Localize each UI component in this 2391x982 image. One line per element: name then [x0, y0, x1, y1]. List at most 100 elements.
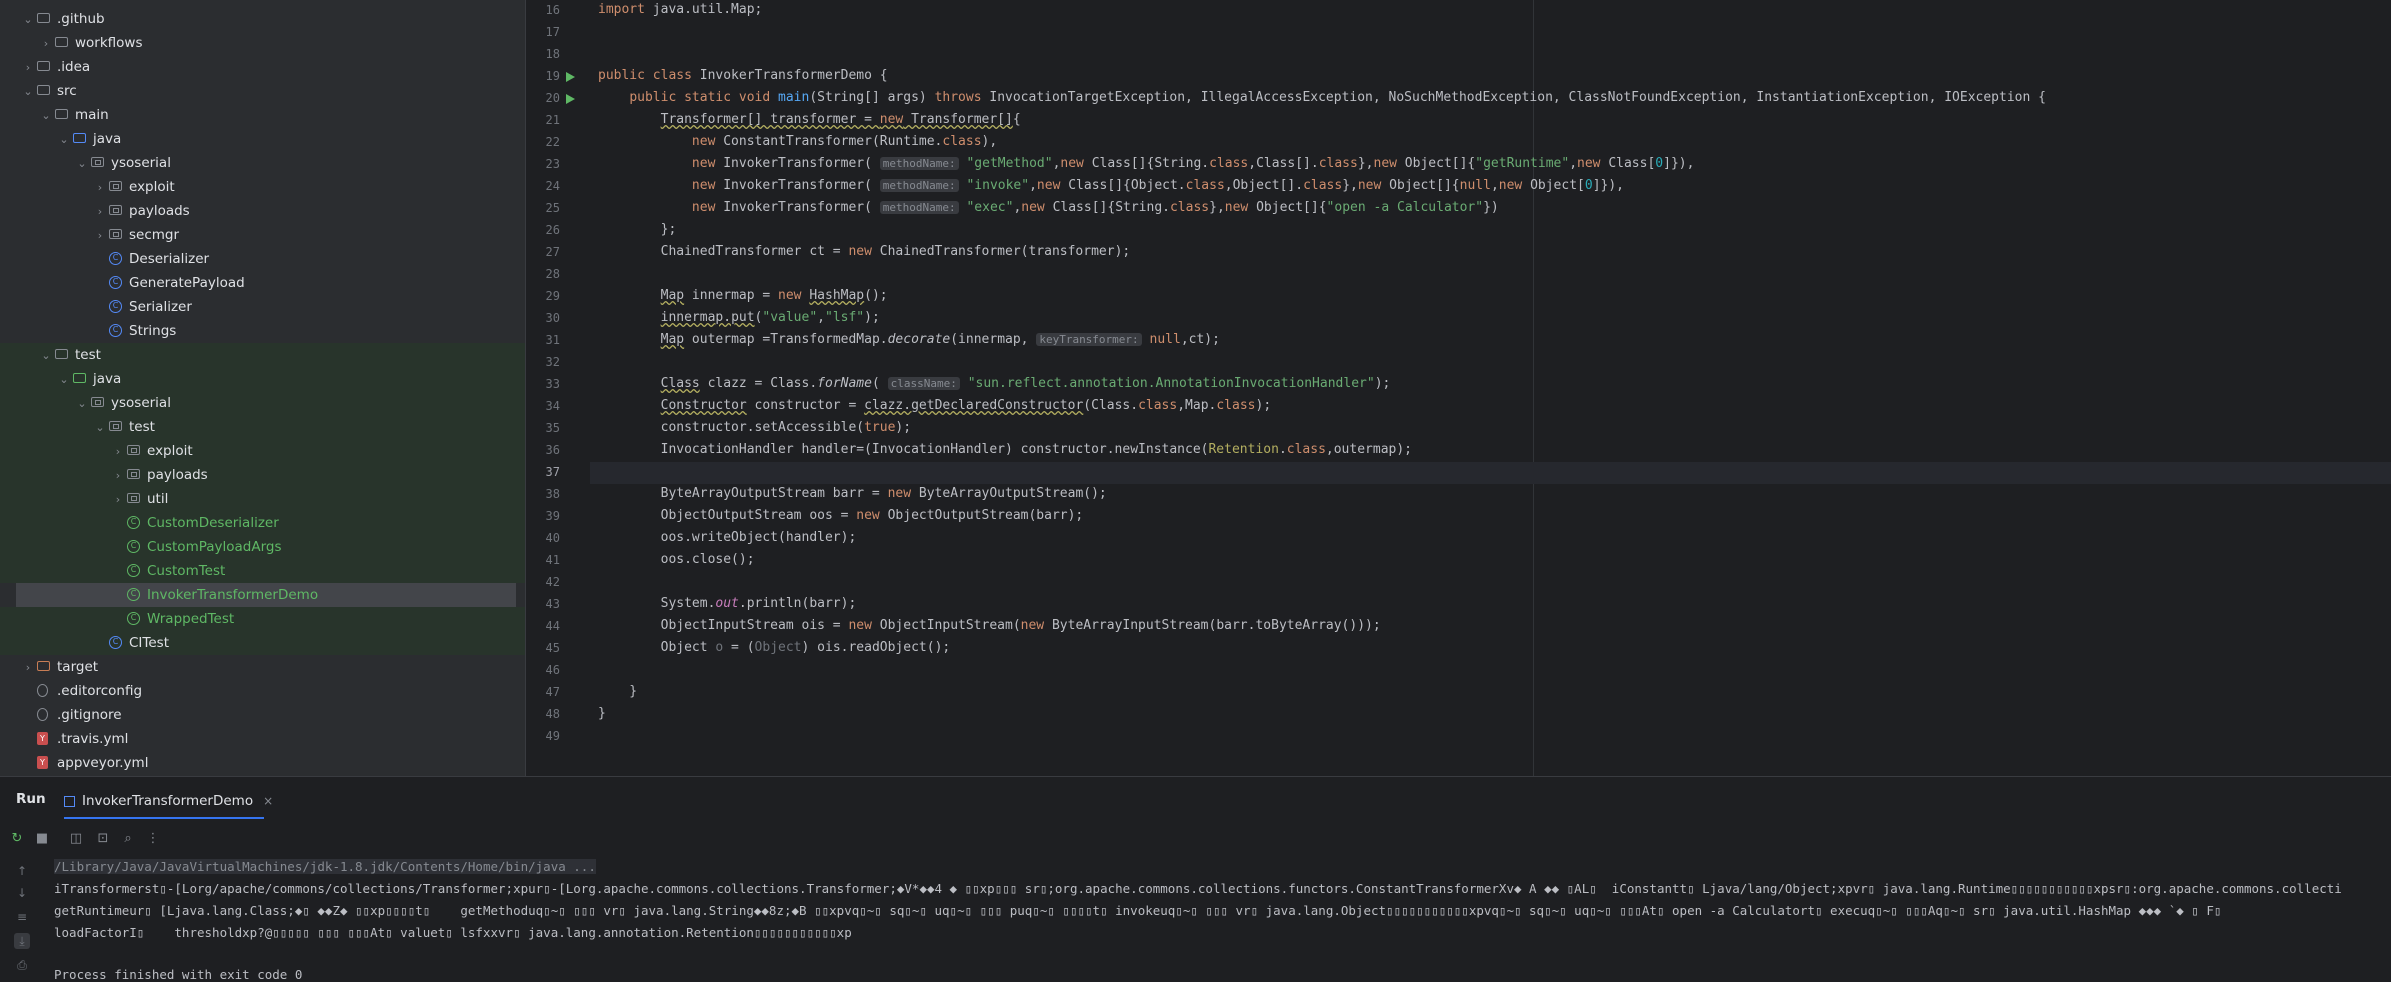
tree-item[interactable]: ⌄ test	[0, 415, 525, 439]
tree-item[interactable]: C Deserializer	[0, 247, 525, 271]
chevron-down-icon[interactable]: ⌄	[21, 12, 35, 26]
tree-item[interactable]: ⌄ test	[0, 343, 525, 367]
scroll-to-end-icon[interactable]: ⤓	[14, 933, 30, 949]
tree-item[interactable]: C CustomPayloadArgs	[0, 535, 525, 559]
run-tab-invoker[interactable]: InvokerTransformerDemo ×	[64, 787, 273, 815]
code-line[interactable]: InvocationHandler handler=(InvocationHan…	[598, 442, 1412, 457]
code-line[interactable]: ObjectOutputStream oos = new ObjectOutpu…	[598, 508, 1084, 523]
code-line[interactable]: Map innermap = new HashMap();	[598, 288, 888, 303]
chevron-down-icon[interactable]: ⌄	[75, 396, 89, 410]
tree-item[interactable]: › exploit	[0, 175, 525, 199]
chevron-right-icon[interactable]: ›	[111, 444, 125, 458]
chevron-down-icon[interactable]: ⌄	[57, 132, 71, 146]
tree-item[interactable]: ⌄ java	[0, 367, 525, 391]
code-line[interactable]: Transformer[] transformer = new Transfor…	[598, 112, 1021, 127]
code-line[interactable]: Map outermap =TransformedMap.decorate(in…	[598, 332, 1220, 347]
tree-item[interactable]: .gitignore	[0, 703, 525, 727]
camera-icon[interactable]: ◫	[68, 831, 84, 847]
tree-item[interactable]: ⌄ main	[0, 103, 525, 127]
tree-item[interactable]: ⌄ java	[0, 127, 525, 151]
tree-item[interactable]: ⌄ src	[0, 79, 525, 103]
tree-item[interactable]: C CITest	[0, 631, 525, 655]
chevron-down-icon[interactable]: ⌄	[39, 108, 53, 122]
tree-item[interactable]: .editorconfig	[0, 679, 525, 703]
code-line[interactable]: new InvokerTransformer( methodName: "inv…	[598, 178, 1624, 193]
tree-item[interactable]: Yappveyor.yml	[0, 751, 525, 775]
rerun-icon[interactable]: ↻	[9, 831, 25, 847]
code-line[interactable]: Class clazz = Class.forName( className: …	[598, 376, 1391, 391]
restore-layout-icon[interactable]: ⊡	[95, 831, 111, 847]
run-tab-label: InvokerTransformerDemo	[82, 793, 254, 809]
tree-item[interactable]: C CustomTest	[0, 559, 525, 583]
tree-item[interactable]: › exploit	[0, 439, 525, 463]
chevron-right-icon[interactable]: ›	[93, 228, 107, 242]
gear-icon	[37, 684, 48, 697]
code-line[interactable]: }	[598, 706, 606, 721]
tree-item[interactable]: › target	[0, 655, 525, 679]
code-line[interactable]: constructor.setAccessible(true);	[598, 420, 911, 435]
tree-item[interactable]: C InvokerTransformerDemo	[16, 583, 516, 607]
search-icon[interactable]: ⌕	[120, 831, 136, 847]
tree-item[interactable]: › workflows	[0, 31, 525, 55]
code-line[interactable]: new ConstantTransformer(Runtime.class),	[598, 134, 997, 149]
tree-item[interactable]: › payloads	[0, 463, 525, 487]
code-line[interactable]: System.out.println(barr);	[598, 596, 857, 611]
chevron-right-icon[interactable]: ›	[93, 180, 107, 194]
code-line[interactable]: oos.writeObject(handler);	[598, 530, 857, 545]
tree-item[interactable]: › util	[0, 487, 525, 511]
code-line[interactable]: Constructor constructor = clazz.getDecla…	[598, 398, 1272, 413]
tree-item[interactable]: ⌄ ysoserial	[0, 391, 525, 415]
scroll-down-icon[interactable]: ↓	[14, 885, 30, 901]
tree-item[interactable]: Y .travis.yml	[0, 727, 525, 751]
chevron-down-icon[interactable]: ⌄	[75, 156, 89, 170]
run-gutter-icon[interactable]	[566, 72, 575, 82]
code-line[interactable]: };	[598, 222, 677, 237]
more-icon[interactable]: ⋮	[145, 831, 161, 847]
class-icon: C	[109, 252, 122, 265]
code-line[interactable]: oos.close();	[598, 552, 755, 567]
code-line[interactable]: }	[598, 684, 637, 699]
close-icon[interactable]: ×	[263, 794, 273, 808]
run-gutter-icon[interactable]	[566, 94, 575, 104]
chevron-down-icon[interactable]: ⌄	[57, 372, 71, 386]
tree-item[interactable]: C Strings	[0, 319, 525, 343]
tree-item[interactable]: › secmgr	[0, 223, 525, 247]
code-line[interactable]: ChainedTransformer ct = new ChainedTrans…	[598, 244, 1131, 259]
print-icon[interactable]: ⎙	[14, 957, 30, 973]
code-line[interactable]: new InvokerTransformer( methodName: "exe…	[598, 200, 1499, 215]
chevron-right-icon[interactable]: ›	[21, 60, 35, 74]
code-line[interactable]: public static void main(String[] args) t…	[598, 90, 2046, 105]
chevron-right-icon[interactable]: ›	[93, 204, 107, 218]
chevron-down-icon[interactable]: ⌄	[39, 348, 53, 362]
code-line[interactable]: innermap.put("value","lsf");	[598, 310, 880, 325]
scroll-up-icon[interactable]: ↑	[14, 863, 30, 879]
tree-item[interactable]: C WrappedTest	[0, 607, 525, 631]
chevron-right-icon[interactable]: ›	[111, 468, 125, 482]
chevron-down-icon[interactable]: ⌄	[93, 420, 107, 434]
project-tree[interactable]: ⌄ .github › workflows › .idea ⌄ src ⌄ main ⌄ java ⌄ y…	[0, 0, 525, 776]
chevron-right-icon[interactable]: ›	[39, 36, 53, 50]
code-line[interactable]: import java.util.Map;	[598, 2, 762, 17]
code-line[interactable]: Object o = (Object) ois.readObject();	[598, 640, 951, 655]
code-line[interactable]: ByteArrayOutputStream barr = new ByteArr…	[598, 486, 1107, 501]
code-editor[interactable]: import java.util.Map; public class Invoke…	[590, 0, 2391, 776]
chevron-right-icon[interactable]: ›	[21, 660, 35, 674]
console-line: loadFactorI▯ thresholdxp?@▯▯▯▯▯ ▯▯▯ ▯▯▯A…	[54, 925, 852, 940]
soft-wrap-icon[interactable]: ≡	[14, 909, 30, 925]
tree-item[interactable]: › .idea	[0, 55, 525, 79]
code-line[interactable]: new InvokerTransformer( methodName: "get…	[598, 156, 1695, 171]
right-margin-guide	[1533, 0, 1534, 776]
tree-item[interactable]: ⌄ ysoserial	[0, 151, 525, 175]
chevron-down-icon[interactable]: ⌄	[21, 84, 35, 98]
code-line[interactable]: public class InvokerTransformerDemo {	[598, 68, 888, 83]
code-line[interactable]: ObjectInputStream ois = new ObjectInputS…	[598, 618, 1381, 633]
tree-item[interactable]: ⌄ .github	[0, 7, 525, 31]
tree-item[interactable]: C GeneratePayload	[0, 271, 525, 295]
tree-item[interactable]: C CustomDeserializer	[0, 511, 525, 535]
test-folder-icon	[73, 373, 86, 383]
chevron-right-icon[interactable]: ›	[111, 492, 125, 506]
tree-item-label: src	[57, 83, 77, 99]
tree-item[interactable]: › payloads	[0, 199, 525, 223]
stop-icon[interactable]: ■	[34, 831, 50, 847]
tree-item[interactable]: C Serializer	[0, 295, 525, 319]
